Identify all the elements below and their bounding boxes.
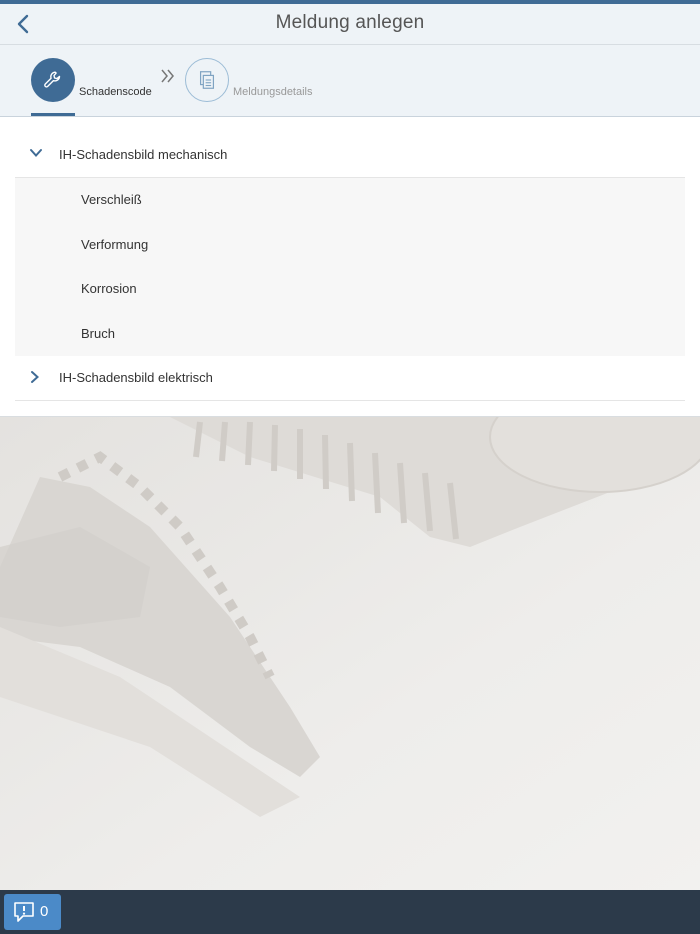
list-item-korrosion[interactable]: Korrosion — [15, 267, 685, 312]
step-label-schadenscode: Schadenscode — [79, 86, 152, 98]
group-label: IH-Schadensbild mechanisch — [59, 147, 228, 162]
damage-code-list: IH-Schadensbild mechanisch Verschleiß Ve… — [0, 117, 700, 417]
step-label-meldungsdetails: Meldungsdetails — [233, 86, 313, 98]
step-meldungsdetails[interactable] — [185, 58, 229, 102]
group-mechanisch-items: Verschleiß Verformung Korrosion Bruch — [15, 178, 685, 356]
wizard-progress: Schadenscode Meldungsdetails — [0, 45, 700, 117]
step-schadenscode[interactable] — [31, 58, 75, 102]
background-wrench-image — [0, 417, 700, 890]
group-mechanisch[interactable]: IH-Schadensbild mechanisch — [15, 133, 685, 178]
document-icon — [199, 71, 215, 89]
double-chevron-right-icon — [161, 69, 174, 83]
active-step-indicator — [31, 113, 75, 116]
footer-bar: 0 — [0, 890, 700, 934]
list-item-verformung[interactable]: Verformung — [15, 223, 685, 268]
message-alert-icon — [14, 902, 34, 922]
page-title: Meldung anlegen — [275, 12, 425, 33]
list-item-verschleiss[interactable]: Verschleiß — [15, 178, 685, 223]
message-count: 0 — [40, 903, 49, 920]
messages-button[interactable]: 0 — [4, 894, 61, 930]
list-item-bruch[interactable]: Bruch — [15, 312, 685, 357]
group-elektrisch[interactable]: IH-Schadensbild elektrisch — [15, 356, 685, 401]
app-header: Meldung anlegen — [0, 4, 700, 45]
wrench-icon — [44, 71, 61, 88]
group-label: IH-Schadensbild elektrisch — [59, 370, 213, 385]
chevron-right-icon — [31, 371, 39, 383]
chevron-down-icon — [30, 149, 42, 157]
